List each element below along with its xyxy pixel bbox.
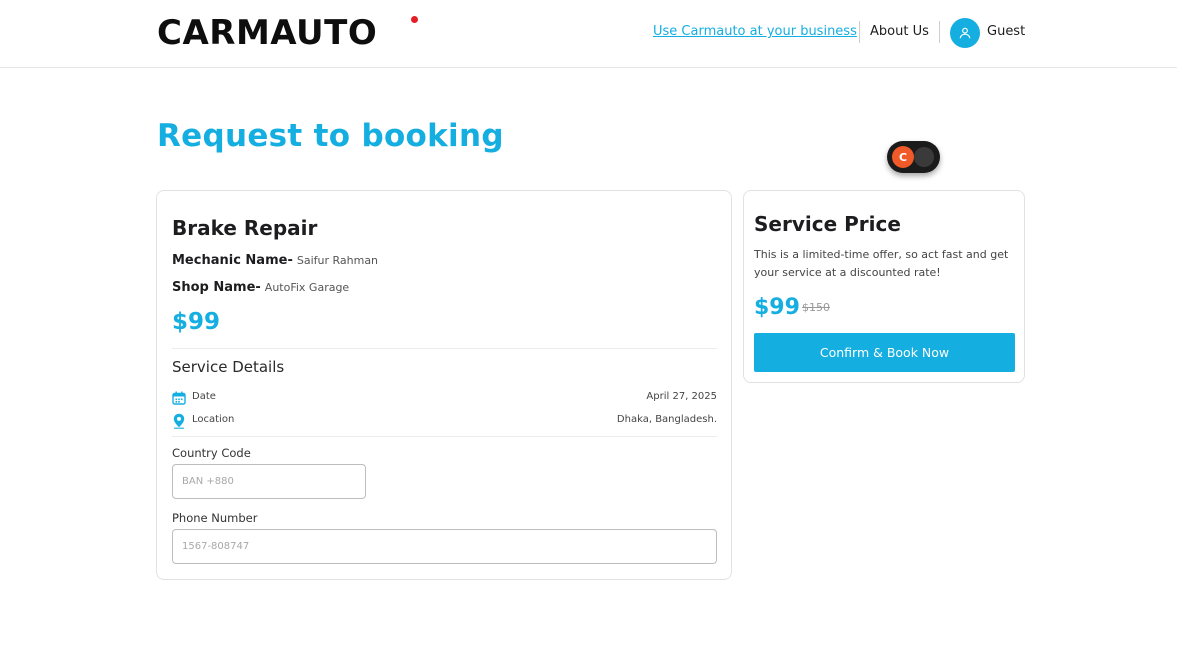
service-name: Brake Repair: [172, 216, 318, 240]
service-price-card: Service Price This is a limited-time off…: [743, 190, 1025, 383]
page-title: Request to booking: [157, 118, 504, 154]
divider: [172, 348, 717, 349]
shop-value: AutoFix Garage: [264, 281, 350, 294]
booking-details-card: Brake Repair Mechanic Name- Saifur Rahman…: [156, 190, 732, 580]
country-code-input[interactable]: [172, 464, 366, 499]
mechanic-value: Saifur Rahman: [296, 254, 379, 267]
logo-dot: [411, 16, 418, 23]
service-price-title: Service Price: [754, 212, 901, 236]
user-avatar[interactable]: [950, 18, 980, 48]
user-name[interactable]: Guest: [987, 24, 1025, 39]
location-value: Dhaka, Bangladesh.: [616, 414, 717, 425]
location-label: Location: [192, 414, 235, 425]
top-navbar: CARMAUTO Use Carmauto at your business A…: [0, 0, 1177, 68]
shop-row: Shop Name- AutoFix Garage: [172, 280, 349, 295]
divider: [172, 436, 717, 437]
nav-divider: [939, 21, 940, 43]
phone-number-label: Phone Number: [172, 511, 258, 525]
date-value: April 27, 2025: [646, 391, 717, 402]
business-link[interactable]: Use Carmauto at your business: [653, 24, 857, 39]
date-label: Date: [192, 391, 216, 402]
mechanic-row: Mechanic Name- Saifur Rahman: [172, 253, 378, 268]
country-code-label: Country Code: [172, 446, 251, 460]
user-icon: [958, 26, 972, 40]
location-row: Location Dhaka, Bangladesh.: [172, 413, 717, 429]
service-price: $99: [172, 309, 221, 335]
carmauto-logo[interactable]: CARMAUTO: [157, 14, 377, 52]
calendar-icon: [172, 390, 186, 406]
shop-label: Shop Name-: [172, 280, 261, 295]
about-us-link[interactable]: About Us: [870, 24, 929, 39]
map-pin-icon: [172, 413, 186, 429]
service-details-title: Service Details: [172, 358, 285, 376]
widget-c-icon: C: [892, 146, 914, 168]
original-price: $150: [802, 301, 830, 314]
floating-widget[interactable]: C: [887, 141, 940, 173]
date-row: Date April 27, 2025: [172, 390, 717, 406]
confirm-book-button[interactable]: Confirm & Book Now: [754, 333, 1015, 372]
offer-description: This is a limited-time offer, so act fas…: [754, 248, 1009, 279]
mechanic-label: Mechanic Name-: [172, 253, 293, 268]
nav-divider: [859, 21, 860, 43]
discounted-price: $99: [754, 295, 800, 320]
widget-avatar-icon: [914, 147, 934, 167]
phone-number-input[interactable]: [172, 529, 717, 564]
